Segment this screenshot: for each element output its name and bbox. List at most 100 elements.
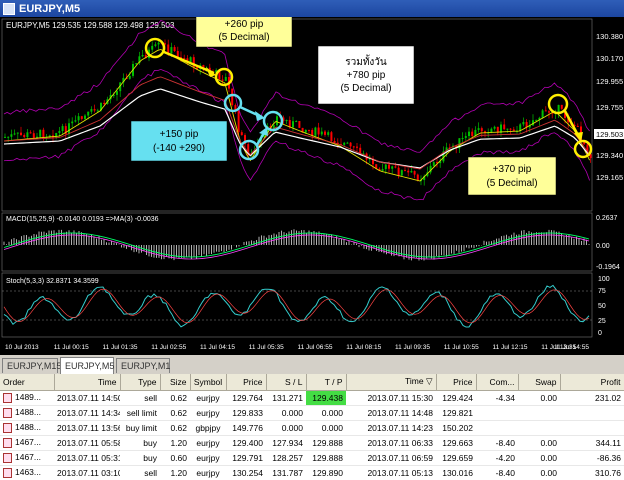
candle-body — [314, 127, 317, 136]
table-row[interactable]: 1489... 2013.07.11 14:50 sell 0.62 eurjpy 129… — [0, 390, 624, 406]
cell-profit — [560, 405, 624, 421]
cell-close-time: 2013.07.11 05:13 — [346, 465, 436, 480]
candle-body — [464, 136, 467, 138]
candle-body — [388, 164, 390, 169]
table-row[interactable]: 1463... 2013.07.11 03:10 sell 1.20 eurjpy 130… — [0, 465, 624, 480]
cell-sl: 0.000 — [266, 405, 306, 421]
table-row[interactable]: 1488... 2013.07.11 14:34 sell limit 0.62 eur… — [0, 405, 624, 421]
candle-body — [128, 75, 131, 79]
time-axis: 10 Jul 2013 11 Jul 00:15 11 Jul 01:35 11 Ju… — [5, 344, 589, 351]
cell-swap: 0.00 — [518, 450, 560, 466]
candle-body — [224, 77, 227, 81]
tab-eurjpy-m1[interactable]: EURJPY,M1 — [116, 358, 170, 373]
time-label: 11 Jul 08:15 — [346, 344, 381, 351]
candle-body — [349, 142, 352, 147]
candle-body — [276, 116, 278, 126]
col-close-time[interactable]: Time ▽ — [346, 374, 437, 391]
cell-order: 1463... — [0, 465, 54, 480]
col-sl[interactable]: S / L — [266, 374, 307, 391]
table-row[interactable]: 1488... 2013.07.11 13:56 buy limit 0.62 gbpj… — [0, 420, 624, 436]
candle-body — [32, 133, 35, 139]
cell-open-time: 2013.07.11 03:10 — [54, 465, 120, 480]
cell-size: 0.62 — [160, 405, 190, 421]
macd-scale-bottom: -0.1964 — [596, 264, 620, 271]
table-row[interactable]: 1467... 2013.07.11 05:31 buy 0.60 eurjpy 129.… — [0, 450, 624, 466]
col-tp[interactable]: T / P — [306, 374, 347, 391]
col-order[interactable]: Order — [0, 374, 55, 391]
stoch-label: Stoch(5,3,3) 32.8371 34.3599 — [6, 278, 99, 285]
cell-close-price: 129.659 — [436, 450, 476, 466]
cell-type: buy — [120, 435, 160, 451]
table-header-row: Order Time Type Size Symbol Price S / L … — [0, 374, 624, 391]
cell-tp: 0.000 — [306, 405, 346, 421]
candle-body — [74, 120, 77, 122]
cell-sl: 127.934 — [266, 435, 306, 451]
candle-body — [141, 54, 144, 57]
cell-sl: 128.257 — [266, 450, 306, 466]
candle-body — [490, 128, 493, 133]
cell-type: sell limit — [120, 405, 160, 421]
candle-body — [87, 111, 90, 116]
col-profit[interactable]: Profit — [560, 374, 624, 391]
cell-order: 1467... — [0, 435, 54, 451]
candle-body — [493, 126, 496, 129]
candle-body — [4, 136, 6, 138]
col-close-price[interactable]: Price — [436, 374, 477, 391]
time-label: 11 Jul 04:15 — [200, 344, 235, 351]
cell-profit: -86.36 — [560, 450, 624, 466]
cell-type: sell — [120, 465, 160, 480]
candle-body — [317, 127, 320, 135]
order-id: 1488... — [15, 422, 41, 433]
col-swap[interactable]: Swap — [518, 374, 561, 391]
candle-body — [557, 104, 560, 113]
cell-tp: 129.888 — [306, 450, 346, 466]
annotation-150-line1: +150 pip — [160, 129, 199, 140]
chart-canvas[interactable]: EURJPY,M5 129.535 129.588 129.498 129.50… — [0, 17, 624, 355]
table-row[interactable]: 1467... 2013.07.11 05:58 buy 1.20 eurjpy 129.… — [0, 435, 624, 451]
candle-body — [29, 132, 32, 134]
order-id: 1463... — [15, 467, 41, 478]
col-commission[interactable]: Com... — [476, 374, 519, 391]
col-type[interactable]: Type — [120, 374, 161, 391]
annotation-total-line2: +780 pip — [347, 70, 386, 81]
candle-body — [93, 109, 96, 111]
candle-body — [404, 170, 406, 172]
cell-symbol: eurjpy — [190, 435, 226, 451]
col-open-price[interactable]: Price — [226, 374, 267, 391]
cell-swap: 0.00 — [518, 465, 560, 480]
sort-down-icon: ▽ — [425, 376, 433, 387]
cell-close-time: 2013.07.11 06:33 — [346, 435, 436, 451]
cell-close-price: 130.016 — [436, 465, 476, 480]
candle-body — [157, 42, 160, 45]
price-chart[interactable]: EURJPY,M5 129.535 129.588 129.498 129.50… — [0, 17, 624, 355]
cell-size: 0.62 — [160, 420, 190, 436]
candle-body — [381, 169, 384, 171]
tab-eurjpy-m5[interactable]: EURJPY,M5 — [60, 357, 114, 374]
candle-body — [304, 129, 307, 133]
candle-body — [16, 132, 19, 134]
candle-body — [167, 44, 170, 54]
col-size[interactable]: Size — [160, 374, 191, 391]
cell-commission — [476, 420, 518, 436]
cell-symbol: eurjpy — [190, 405, 226, 421]
cell-close-time: 2013.07.11 14:23 — [346, 420, 436, 436]
chart-header-text: EURJPY,M5 129.535 129.588 129.498 129.50… — [6, 21, 175, 30]
cell-symbol: eurjpy — [190, 390, 226, 406]
chart-title-bar[interactable]: EURJPY,M5 — [0, 0, 624, 17]
cell-profit: 310.76 — [560, 465, 624, 480]
cell-tp: 129.888 — [306, 435, 346, 451]
col-symbol[interactable]: Symbol — [190, 374, 227, 391]
stoch-scale-0: 0 — [598, 330, 602, 337]
order-icon — [3, 437, 12, 448]
candle-body — [416, 174, 419, 181]
arrow-260-head — [206, 67, 216, 77]
cell-open-time: 2013.07.11 05:58 — [54, 435, 120, 451]
time-label: 11 Jul 12:15 — [493, 344, 528, 351]
tab-eurjpy-m15[interactable]: EURJPY,M15 — [2, 358, 61, 373]
candle-body — [407, 170, 410, 173]
stoch-k-line — [3, 284, 590, 328]
cell-close-time: 2013.07.11 06:59 — [346, 450, 436, 466]
candle-body — [461, 137, 464, 139]
order-id: 1467... — [15, 452, 41, 463]
col-open-time[interactable]: Time — [54, 374, 121, 391]
